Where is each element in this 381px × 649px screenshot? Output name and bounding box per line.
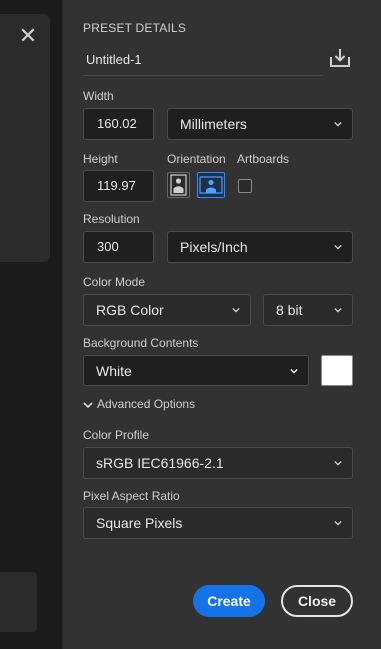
advanced-options-label: Advanced Options bbox=[97, 397, 196, 411]
width-label: Width bbox=[83, 89, 114, 103]
chevron-down-icon bbox=[334, 460, 342, 466]
artboards-label: Artboards bbox=[237, 152, 290, 166]
save-preset-icon[interactable] bbox=[329, 48, 353, 70]
pixel-aspect-ratio-label: Pixel Aspect Ratio bbox=[83, 489, 180, 503]
width-unit-select[interactable]: Millimeters bbox=[167, 108, 353, 140]
preset-name-field[interactable]: Untitled-1 bbox=[83, 46, 323, 76]
color-profile-value: sRGB IEC61966-2.1 bbox=[96, 455, 224, 471]
advanced-options-toggle[interactable]: Advanced Options bbox=[83, 397, 195, 411]
width-input[interactable]: 160.02 bbox=[83, 108, 154, 140]
chevron-down-icon bbox=[232, 307, 240, 313]
orientation-landscape-button[interactable] bbox=[197, 172, 225, 198]
resolution-unit-value: Pixels/Inch bbox=[180, 239, 248, 255]
artboards-checkbox[interactable] bbox=[238, 179, 252, 193]
height-input[interactable]: 119.97 bbox=[83, 170, 154, 202]
preset-details-panel: PRESET DETAILS Untitled-1 Width 160.02 M… bbox=[62, 0, 381, 649]
pixel-aspect-ratio-select[interactable]: Square Pixels bbox=[83, 507, 353, 539]
chevron-down-icon bbox=[83, 402, 93, 408]
chevron-down-icon bbox=[290, 368, 298, 374]
close-icon[interactable]: ✕ bbox=[18, 25, 38, 47]
width-unit-value: Millimeters bbox=[180, 116, 247, 132]
chevron-down-icon bbox=[334, 244, 342, 250]
color-profile-label: Color Profile bbox=[83, 428, 150, 442]
background-panel bbox=[0, 14, 50, 262]
color-mode-value: RGB Color bbox=[96, 302, 164, 318]
color-mode-select[interactable]: RGB Color bbox=[83, 294, 251, 326]
resolution-unit-select[interactable]: Pixels/Inch bbox=[167, 231, 353, 263]
orientation-label: Orientation bbox=[167, 152, 226, 166]
resolution-label: Resolution bbox=[83, 212, 140, 226]
section-title: PRESET DETAILS bbox=[83, 21, 187, 35]
height-label: Height bbox=[83, 152, 118, 166]
close-button[interactable]: Close bbox=[281, 585, 353, 617]
bit-depth-select[interactable]: 8 bit bbox=[263, 294, 353, 326]
background-contents-value: White bbox=[96, 363, 132, 379]
background-contents-select[interactable]: White bbox=[83, 355, 309, 386]
background-contents-label: Background Contents bbox=[83, 336, 199, 350]
bit-depth-value: 8 bit bbox=[276, 302, 303, 318]
color-mode-label: Color Mode bbox=[83, 275, 146, 289]
background-color-swatch[interactable] bbox=[321, 355, 353, 386]
pixel-aspect-ratio-value: Square Pixels bbox=[96, 515, 183, 531]
color-profile-select[interactable]: sRGB IEC61966-2.1 bbox=[83, 447, 353, 479]
landscape-icon bbox=[199, 176, 223, 194]
create-button[interactable]: Create bbox=[193, 585, 265, 617]
background-panel-bottom bbox=[0, 572, 37, 632]
portrait-icon bbox=[170, 174, 187, 196]
resolution-input[interactable]: 300 bbox=[83, 231, 154, 263]
orientation-portrait-button[interactable] bbox=[167, 172, 190, 198]
chevron-down-icon bbox=[334, 520, 342, 526]
chevron-down-icon bbox=[334, 121, 342, 127]
chevron-down-icon bbox=[334, 307, 342, 313]
